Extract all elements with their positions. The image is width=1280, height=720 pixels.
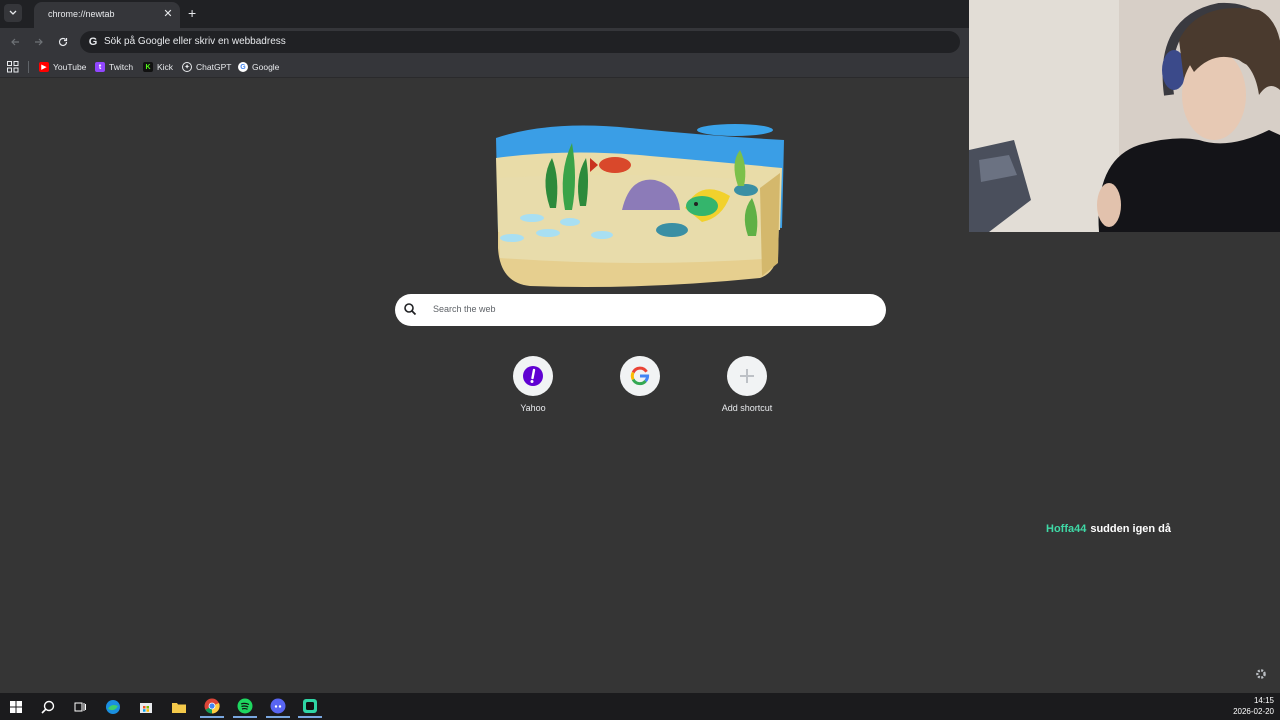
start-button[interactable] (4, 696, 28, 718)
add-shortcut-button[interactable]: Add shortcut (707, 356, 787, 420)
plus-icon (740, 369, 754, 383)
twitch-icon: t (95, 62, 105, 72)
forward-button[interactable] (32, 35, 46, 49)
reload-icon (58, 37, 68, 47)
search-icon (41, 700, 55, 714)
taskbar-search[interactable] (36, 696, 60, 718)
clock-time: 14:15 (1253, 696, 1274, 705)
bookmark-twitch[interactable]: t Twitch (95, 60, 133, 74)
app-icon (303, 699, 317, 713)
shortcut-yahoo[interactable]: Yahoo (493, 356, 573, 420)
google-icon: G (88, 36, 98, 48)
taskbar: 14:15 2026-02-20 (0, 693, 1280, 720)
chevron-down-icon (9, 10, 17, 15)
kick-icon: K (143, 62, 153, 72)
clock-date: 2026-02-20 (1233, 707, 1274, 716)
google-icon (630, 366, 650, 386)
forward-arrow-icon (35, 38, 43, 46)
chat-username: Hoffa44 (1046, 523, 1087, 535)
taskbar-spotify[interactable] (233, 696, 257, 718)
shortcut-tile[interactable] (727, 356, 767, 396)
bookmark-youtube[interactable]: ▶ YouTube (39, 60, 86, 74)
taskbar-chrome[interactable] (200, 696, 224, 718)
shortcut-google[interactable] (600, 356, 680, 420)
chatgpt-icon: ✦ (182, 62, 192, 72)
ntp-searchbox[interactable] (395, 294, 886, 326)
omnibox[interactable]: G Sök på Google eller skriv en webbadres… (80, 31, 960, 53)
bookmark-label: YouTube (53, 62, 87, 72)
youtube-icon: ▶ (39, 62, 49, 72)
task-view-button[interactable] (68, 696, 92, 718)
webcam-overlay (969, 0, 1280, 232)
store-icon (140, 703, 152, 713)
taskbar-app[interactable] (298, 696, 322, 718)
new-tab-button[interactable]: + (188, 6, 196, 20)
divider (28, 61, 29, 73)
file-explorer-icon (172, 703, 186, 713)
chrome-icon (204, 698, 220, 714)
back-arrow-icon (11, 38, 19, 46)
bookmark-chatgpt[interactable]: ✦ ChatGPT (182, 60, 231, 74)
spotify-icon (237, 698, 253, 714)
bookmark-label: Twitch (109, 62, 134, 72)
shortcut-tile[interactable] (513, 356, 553, 396)
tab-title: chrome://newtab (48, 9, 115, 19)
shortcut-label: Yahoo (520, 403, 546, 413)
system-clock[interactable]: 14:15 2026-02-20 (1233, 695, 1274, 717)
bookmark-google[interactable]: G Google (238, 60, 279, 74)
bookmark-label: ChatGPT (196, 62, 232, 72)
bookmark-kick[interactable]: K Kick (143, 60, 173, 74)
taskbar-edge[interactable] (101, 696, 125, 718)
gear-icon[interactable] (1255, 668, 1267, 680)
taskbar-store[interactable] (134, 696, 158, 718)
yahoo-icon (523, 366, 543, 386)
close-icon[interactable]: ✕ (162, 8, 174, 20)
shortcut-tile[interactable] (620, 356, 660, 396)
tab-search-button[interactable] (4, 4, 22, 22)
bookmark-label: Google (252, 62, 280, 72)
search-icon (404, 303, 417, 316)
chat-message: Hoffa44 sudden igen då (1046, 523, 1171, 535)
edge-icon (106, 700, 120, 714)
apps-grid-icon[interactable] (7, 61, 19, 73)
search-input[interactable] (433, 304, 853, 314)
shortcut-label: Add shortcut (721, 403, 773, 413)
google-icon: G (238, 62, 248, 72)
chat-text: sudden igen då (1090, 523, 1172, 535)
tab-newtab[interactable]: chrome://newtab ✕ (34, 2, 180, 28)
back-button[interactable] (8, 35, 22, 49)
task-view-icon (74, 702, 86, 712)
discord-icon (270, 698, 286, 714)
reload-button[interactable] (56, 35, 70, 49)
bookmark-label: Kick (157, 62, 174, 72)
aquarium-doodle[interactable] (490, 118, 790, 290)
taskbar-file-explorer[interactable] (167, 696, 191, 718)
omnibox-text: Sök på Google eller skriv en webbadress (104, 36, 286, 47)
start-icon (10, 701, 22, 713)
taskbar-discord[interactable] (266, 696, 290, 718)
